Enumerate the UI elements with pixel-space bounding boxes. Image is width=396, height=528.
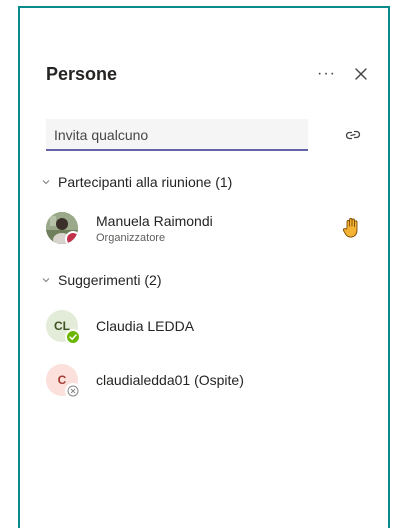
avatar: C xyxy=(46,364,81,399)
raised-hand-icon xyxy=(342,217,362,239)
suggestion-row[interactable]: C claudialedda01 (Ospite) xyxy=(46,358,366,402)
people-panel: Persone ··· Partecipanti alla riunione (… xyxy=(18,6,390,528)
presence-unknown-icon xyxy=(65,383,81,399)
suggestion-name: claudialedda01 (Ospite) xyxy=(96,372,244,388)
invite-row xyxy=(46,114,366,156)
invite-input[interactable] xyxy=(46,119,308,151)
section-suggestions-label: Suggerimenti (2) xyxy=(58,272,162,288)
suggestion-row[interactable]: CL Claudia LEDDA xyxy=(46,304,366,348)
avatar-initials: C xyxy=(57,373,67,387)
close-icon xyxy=(355,68,367,80)
chevron-down-icon xyxy=(42,276,50,284)
copy-link-icon xyxy=(345,130,361,140)
presence-busy-icon xyxy=(65,231,78,244)
more-options-button[interactable]: ··· xyxy=(317,65,336,83)
avatar xyxy=(46,212,78,244)
suggestion-info: claudialedda01 (Ospite) xyxy=(96,372,244,388)
header-actions: ··· xyxy=(317,65,368,83)
panel-header: Persone ··· xyxy=(46,62,368,86)
presence-available-icon xyxy=(65,329,81,345)
participant-name: Manuela Raimondi xyxy=(96,212,213,229)
chevron-down-icon xyxy=(42,178,50,186)
participant-info: Manuela Raimondi Organizzatore xyxy=(96,213,213,244)
participant-row[interactable]: Manuela Raimondi Organizzatore xyxy=(46,206,366,250)
close-button[interactable] xyxy=(354,67,368,81)
section-participants[interactable]: Partecipanti alla riunione (1) xyxy=(42,174,232,190)
copy-link-button[interactable] xyxy=(344,126,362,144)
panel-title: Persone xyxy=(46,63,118,84)
avatar: CL xyxy=(46,310,81,345)
section-participants-label: Partecipanti alla riunione (1) xyxy=(58,174,233,190)
suggestion-name: Claudia LEDDA xyxy=(96,318,195,334)
section-suggestions[interactable]: Suggerimenti (2) xyxy=(42,272,162,288)
suggestion-info: Claudia LEDDA xyxy=(96,318,194,334)
participant-role: Organizzatore xyxy=(96,231,166,244)
